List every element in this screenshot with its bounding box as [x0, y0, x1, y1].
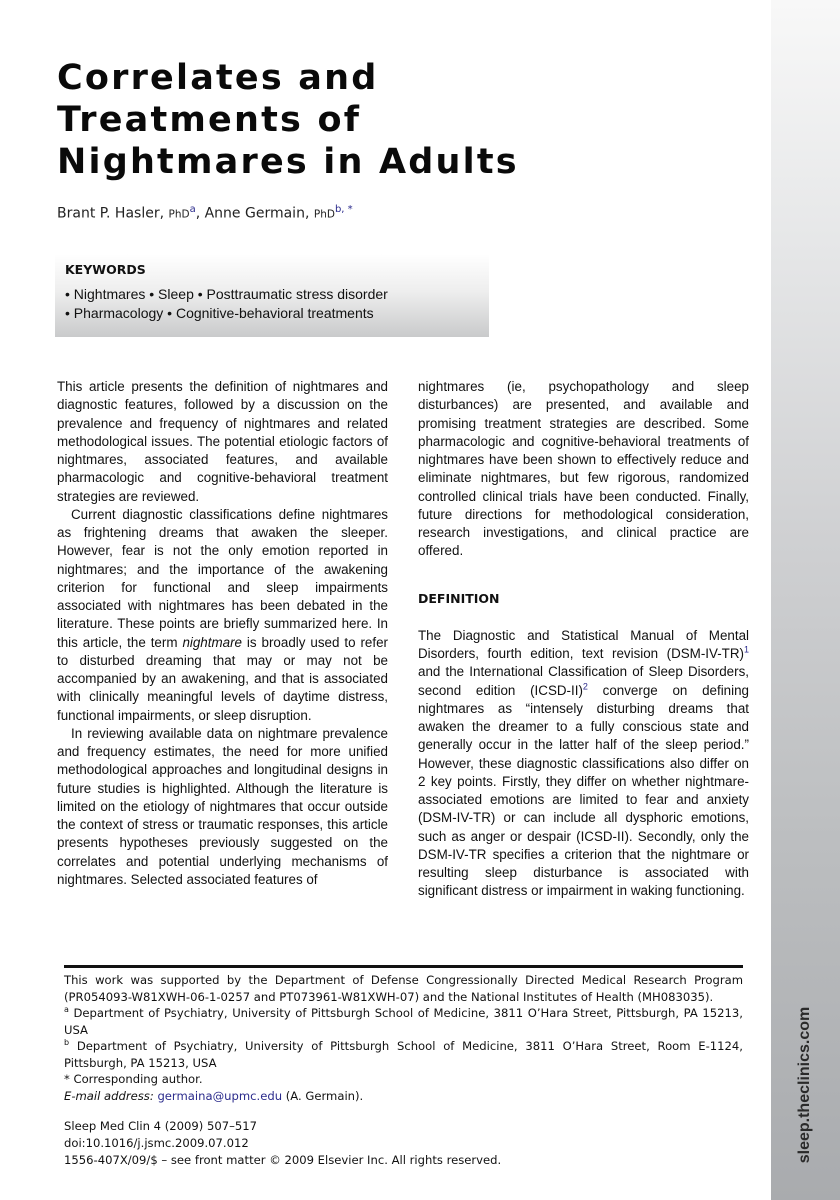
affiliation-mark[interactable]: b, * [335, 204, 353, 215]
emphasized-term: nightmare [182, 634, 242, 650]
funding-note: This work was supported by the Departmen… [64, 973, 743, 1004]
footnotes: This work was supported by the Departmen… [64, 972, 743, 1104]
keyword-line: • Nightmares • Sleep • Posttraumatic str… [65, 286, 388, 302]
email-label: E-mail address: [64, 1088, 154, 1103]
email-link[interactable]: germaina@upmc.edu [157, 1089, 282, 1103]
section-heading: DEFINITION [418, 590, 500, 606]
title-line: Nightmares in Adults [57, 142, 519, 182]
reference-link[interactable]: 1 [744, 645, 749, 655]
text-run: The Diagnostic and Statistical Manual of… [418, 627, 749, 661]
doi[interactable]: doi:10.1016/j.jsmc.2009.07.012 [64, 1135, 501, 1152]
body-column-right: nightmares (ie, psychopathology and slee… [418, 378, 749, 901]
copyright-notice: 1556-407X/09/$ – see front matter © 2009… [64, 1153, 502, 1167]
affiliation-text: Department of Psychiatry, University of … [64, 1006, 743, 1037]
title-line: Correlates and [57, 58, 379, 98]
keywords-box: KEYWORDS • Nightmares • Sleep • Posttrau… [55, 254, 489, 337]
author-list: Brant P. Hasler, PhDa, Anne Germain, PhD… [57, 204, 353, 222]
author-degree: PhD [313, 208, 335, 221]
body-paragraph: Current diagnostic classifications defin… [57, 506, 388, 725]
email-suffix: (A. Germain). [282, 1088, 364, 1103]
body-paragraph: nightmares (ie, psychopathology and slee… [418, 379, 749, 559]
author-name: Anne Germain, [204, 205, 310, 222]
text-run: Current diagnostic classifications defin… [57, 506, 388, 650]
email-note: E-mail address: germaina@upmc.edu (A. Ge… [64, 1088, 743, 1105]
author-degree: PhD [168, 208, 190, 221]
text-run: converge on defining nightmares as “inte… [418, 682, 749, 899]
keyword-line: • Pharmacology • Cognitive-behavioral tr… [65, 305, 374, 321]
body-column-left: This article presents the definition of … [57, 378, 388, 889]
body-paragraph: In reviewing available data on nightmare… [57, 725, 388, 887]
author-name: Brant P. Hasler, [57, 205, 165, 222]
affiliation-text: Department of Psychiatry, University of … [64, 1039, 743, 1070]
definition-paragraph: The Diagnostic and Statistical Manual of… [418, 627, 749, 901]
keywords-heading: KEYWORDS [65, 262, 146, 277]
citation-block: Sleep Med Clin 4 (2009) 507–517 doi:10.1… [64, 1118, 501, 1169]
author-separator: , [195, 205, 205, 222]
article-title: Correlates and Treatments of Nightmares … [57, 57, 557, 183]
corresponding-note: * Corresponding author. [64, 1072, 203, 1086]
affiliation-a: a Department of Psychiatry, University o… [64, 1005, 743, 1038]
journal-url[interactable]: sleep.theclinics.com [796, 1007, 814, 1164]
journal-citation: Sleep Med Clin 4 (2009) 507–517 [64, 1119, 257, 1133]
footnote-divider [64, 965, 743, 968]
affiliation-b: b Department of Psychiatry, University o… [64, 1038, 743, 1071]
abstract-paragraph: This article presents the definition of … [57, 379, 388, 504]
title-line: Treatments of [57, 100, 362, 140]
